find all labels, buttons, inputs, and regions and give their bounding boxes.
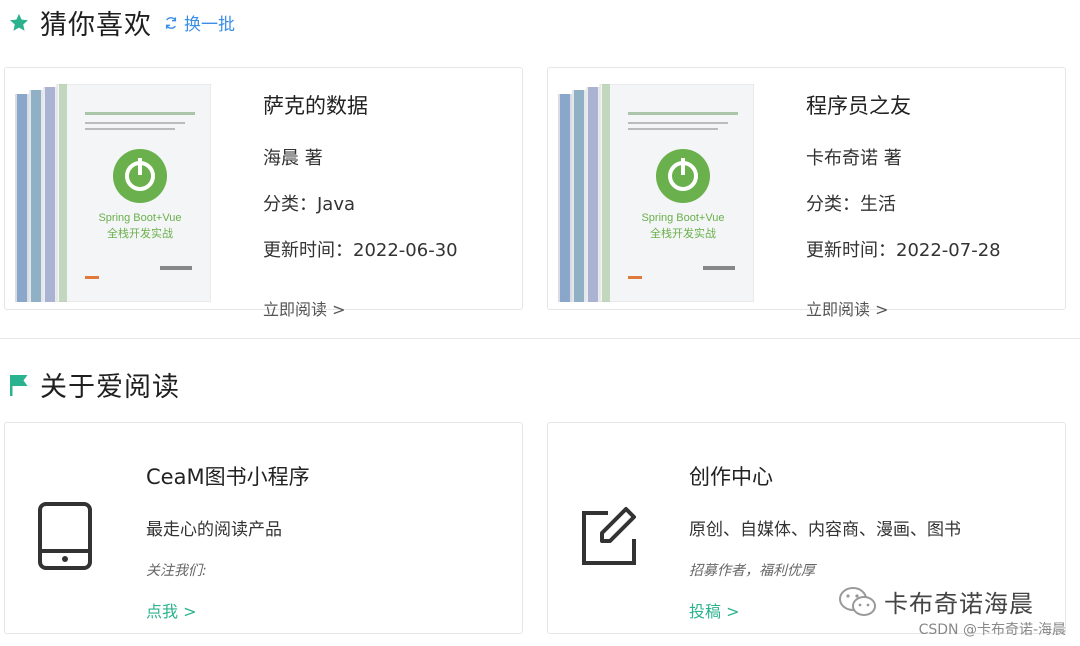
book-card[interactable]: Spring Boot+Vue 全栈开发实战 程序员之友 卡布奇诺 著 分类：生… (547, 67, 1066, 319)
book-title[interactable]: 程序员之友 (806, 90, 1001, 120)
cover-subtitle: 全栈开发实战 (107, 226, 173, 240)
mini-program-card[interactable]: CeaM图书小程序 最走心的阅读产品 关注我们: 点我 > (4, 422, 523, 634)
about-card-desc: 原创、自媒体、内容商、漫画、图书 (689, 520, 961, 540)
book-author: 海晨 著 (263, 148, 323, 169)
refresh-button[interactable]: 换一批 (164, 10, 235, 35)
watermark-text: 卡布奇诺海晨 (884, 590, 1034, 618)
cover-title: Spring Boot+Vue (98, 212, 181, 224)
book-updated: 更新时间：2022-06-30 (263, 240, 458, 261)
book-title[interactable]: 萨克的数据 (263, 90, 458, 120)
about-card-title: 创作中心 (689, 465, 773, 489)
about-section-header: 关于爱阅读 (8, 365, 180, 404)
book-cover-image[interactable]: Spring Boot+Vue 全栈开发实战 (15, 84, 211, 302)
watermark: 卡布奇诺海晨 (838, 584, 1034, 619)
book-category: 分类：生活 (806, 194, 896, 215)
refresh-label: 换一批 (184, 15, 235, 35)
book-cover-image[interactable]: Spring Boot+Vue 全栈开发实战 (558, 84, 754, 302)
recommend-section-header: 猜你喜欢 换一批 (8, 3, 235, 42)
refresh-icon (165, 16, 177, 29)
about-info: CeaM图书小程序 最走心的阅读产品 关注我们: 点我 > (146, 461, 310, 622)
flag-icon (10, 374, 28, 396)
book-author: 卡布奇诺 著 (806, 148, 902, 169)
read-now-link[interactable]: 立即阅读 > (806, 296, 1001, 320)
section-divider (0, 338, 1080, 339)
about-card-desc: 最走心的阅读产品 (146, 520, 282, 540)
recommend-title: 猜你喜欢 (40, 10, 152, 41)
about-card-note: 关注我们: (146, 563, 207, 579)
book-category: 分类：Java (263, 194, 356, 215)
cover-subtitle: 全栈开发实战 (650, 226, 716, 240)
about-card-title: CeaM图书小程序 (146, 465, 310, 489)
wechat-icon (839, 586, 876, 616)
tablet-icon (38, 502, 92, 570)
read-now-link[interactable]: 立即阅读 > (263, 296, 458, 320)
book-info: 程序员之友 卡布奇诺 著 分类：生活 更新时间：2022-07-28 立即阅读 … (806, 86, 1001, 320)
about-title: 关于爱阅读 (40, 372, 180, 403)
book-updated: 更新时间：2022-07-28 (806, 240, 1001, 261)
about-card-note: 招募作者，福利优厚 (689, 563, 815, 579)
cover-title: Spring Boot+Vue (641, 212, 724, 224)
click-me-link[interactable]: 点我 > (146, 598, 310, 622)
book-info: 萨克的数据 海晨 著 分类：Java 更新时间：2022-06-30 立即阅读 … (263, 86, 458, 320)
star-icon (10, 13, 28, 31)
edit-icon (582, 507, 636, 565)
book-card[interactable]: Spring Boot+Vue 全栈开发实战 萨克的数据 海晨 著 分类：Jav… (4, 67, 523, 319)
csdn-credit: CSDN @卡布奇诺-海晨 (918, 622, 1066, 638)
